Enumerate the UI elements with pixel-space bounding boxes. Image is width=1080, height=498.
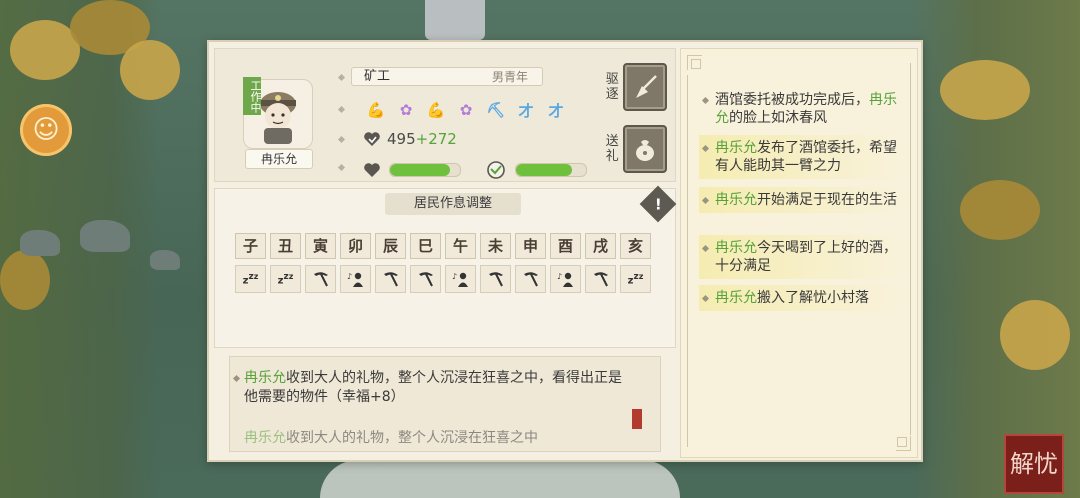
activity-row: zzz zzz ♪ ♪ ♪ zzz xyxy=(235,265,651,293)
event-item: 冉乐允今天喝到了上好的酒，十分满足 xyxy=(699,235,909,279)
event-item: 冉乐允搬入了解忧小村落 xyxy=(699,285,909,311)
gift-action: 送礼 xyxy=(605,125,667,173)
strong-arm-icon[interactable]: 💪 xyxy=(425,99,447,121)
resident-schedule: 居民作息调整 ! 子丑寅卯辰巳午未申酉戌亥 zzz zzz ♪ ♪ ♪ zzz xyxy=(214,185,677,348)
schedule-title: 居民作息调整 xyxy=(385,193,521,215)
event-item: 酒馆委托被成功完成后，冉乐允的脸上如沐春风 xyxy=(699,87,909,131)
pickaxe-work-icon[interactable] xyxy=(515,265,546,293)
log-item: 冉乐允收到大人的礼物，整个人沉浸在狂喜之中 xyxy=(244,429,624,448)
event-text: 开始满足于现在的生活 xyxy=(757,192,897,208)
status-bars xyxy=(363,161,587,179)
event-resident-name: 冉乐允 xyxy=(715,290,757,306)
happiness-bar-fill xyxy=(516,164,572,176)
hour-cell: 巳 xyxy=(410,233,441,259)
game-logo-seal[interactable]: 解忧 xyxy=(1004,434,1064,494)
bridge xyxy=(320,460,680,498)
event-item: 冉乐允开始满足于现在的生活 xyxy=(699,187,909,213)
event-text-pre: 酒馆委托被成功完成后， xyxy=(715,92,869,108)
log-text: 收到大人的礼物，整个人沉浸在狂喜之中 xyxy=(286,430,538,446)
hour-cell: 午 xyxy=(445,233,476,259)
expel-action: 驱逐 xyxy=(605,63,667,111)
pickaxe-work-icon[interactable] xyxy=(480,265,511,293)
happiness-bar xyxy=(515,163,587,177)
leisure-music-icon[interactable]: ♪ xyxy=(445,265,476,293)
muscle-arm-icon[interactable]: 💪 xyxy=(365,99,387,121)
event-item: 冉乐允发布了酒馆委托，希望有人能助其一臂之力 xyxy=(699,135,909,179)
event-resident-name: 冉乐允 xyxy=(715,192,757,208)
wealth-base-value: 495 xyxy=(387,130,416,148)
happiness-icon xyxy=(487,161,505,179)
bullet-diamond-icon xyxy=(337,135,346,144)
event-resident-name: 冉乐允 xyxy=(715,240,757,256)
demographic-label: 男青年 xyxy=(491,70,528,84)
job-title: 矿工 xyxy=(364,69,391,84)
hour-cell: 丑 xyxy=(270,233,301,259)
event-resident-name: 冉乐允 xyxy=(715,140,757,156)
seal-text: 解忧 xyxy=(1010,450,1058,478)
event-text: 搬入了解忧小村落 xyxy=(757,290,869,306)
hour-cell: 辰 xyxy=(375,233,406,259)
bullet-diamond-icon xyxy=(337,73,346,82)
heart-wealth-icon xyxy=(364,132,380,146)
map-side-button[interactable]: ☺ xyxy=(20,104,72,156)
log-resident-name: 冉乐允 xyxy=(244,430,286,446)
hour-cell: 寅 xyxy=(305,233,336,259)
talent-icon[interactable]: 才 xyxy=(545,99,567,121)
brain-icon[interactable]: ✿ xyxy=(395,99,417,121)
log-item: 冉乐允收到大人的礼物，整个人沉浸在狂喜之中，看得出正是他需要的物件（幸福+8） xyxy=(232,369,624,407)
resident-event-list[interactable]: 酒馆委托被成功完成后，冉乐允的脸上如沐春风 冉乐允发布了酒馆委托，希望有人能助其一… xyxy=(680,48,918,458)
hour-row: 子丑寅卯辰巳午未申酉戌亥 xyxy=(235,233,651,259)
leisure-music-icon[interactable]: ♪ xyxy=(340,265,371,293)
pickaxe-work-icon[interactable] xyxy=(305,265,336,293)
sleep-icon[interactable]: zzz xyxy=(235,265,266,293)
hour-cell: 申 xyxy=(515,233,546,259)
log-text: 收到大人的礼物，整个人沉浸在狂喜之中，看得出正是他需要的物件（幸福+8） xyxy=(244,370,622,405)
gift-bag-icon xyxy=(636,140,655,161)
sleep-icon[interactable]: zzz xyxy=(270,265,301,293)
pickaxe-icon[interactable]: ⛏ xyxy=(485,99,507,121)
brain-icon[interactable]: ✿ xyxy=(455,99,477,121)
wealth-bonus-value: +272 xyxy=(415,130,457,148)
svg-text:♪: ♪ xyxy=(347,272,352,281)
character-name: 冉乐允 xyxy=(245,149,313,169)
sleep-icon[interactable]: zzz xyxy=(620,265,651,293)
pickaxe-work-icon[interactable] xyxy=(410,265,441,293)
hour-cell: 子 xyxy=(235,233,266,259)
health-bar-fill xyxy=(390,164,450,176)
trait-icons: 💪 ✿ 💪 ✿ ⛏ 才才 xyxy=(365,99,567,121)
info-warning-icon[interactable]: ! xyxy=(639,185,677,223)
wealth-row: 495 +272 xyxy=(363,129,457,149)
log-resident-name: 冉乐允 xyxy=(244,370,286,386)
bullet-diamond-icon xyxy=(337,163,346,172)
svg-text:♪: ♪ xyxy=(557,272,562,281)
svg-text:♪: ♪ xyxy=(452,272,457,281)
hour-cell: 未 xyxy=(480,233,511,259)
job-info: 矿工 男青年 xyxy=(351,67,543,86)
expel-label: 驱逐 xyxy=(605,72,619,102)
hour-cell: 戌 xyxy=(585,233,616,259)
hour-cell: 卯 xyxy=(340,233,371,259)
talent-icon[interactable]: 才 xyxy=(515,99,537,121)
red-stamp xyxy=(632,409,642,429)
leisure-music-icon[interactable]: ♪ xyxy=(550,265,581,293)
broom-icon xyxy=(636,75,658,98)
gift-button[interactable] xyxy=(623,125,667,173)
gift-log[interactable]: 冉乐允收到大人的礼物，整个人沉浸在狂喜之中，看得出正是他需要的物件（幸福+8） … xyxy=(229,356,661,452)
event-text: 的脸上如沐春风 xyxy=(729,110,827,126)
pickaxe-work-icon[interactable] xyxy=(585,265,616,293)
bullet-diamond-icon xyxy=(337,105,346,114)
hour-cell: 亥 xyxy=(620,233,651,259)
tower xyxy=(425,0,485,40)
resident-detail-panel: 工作中 冉乐允 矿工 男青年 💪 ✿ 💪 ✿ ⛏ 才才 495 +272 驱逐 … xyxy=(207,40,923,462)
health-heart-icon xyxy=(364,163,380,177)
gift-label: 送礼 xyxy=(605,134,619,164)
pickaxe-work-icon[interactable] xyxy=(375,265,406,293)
health-bar xyxy=(389,163,461,177)
resident-profile: 工作中 冉乐允 矿工 男青年 💪 ✿ 💪 ✿ ⛏ 才才 495 +272 驱逐 … xyxy=(214,48,676,182)
expel-button[interactable] xyxy=(623,63,667,111)
hour-cell: 酉 xyxy=(550,233,581,259)
working-status-tag: 工作中 xyxy=(243,77,262,115)
